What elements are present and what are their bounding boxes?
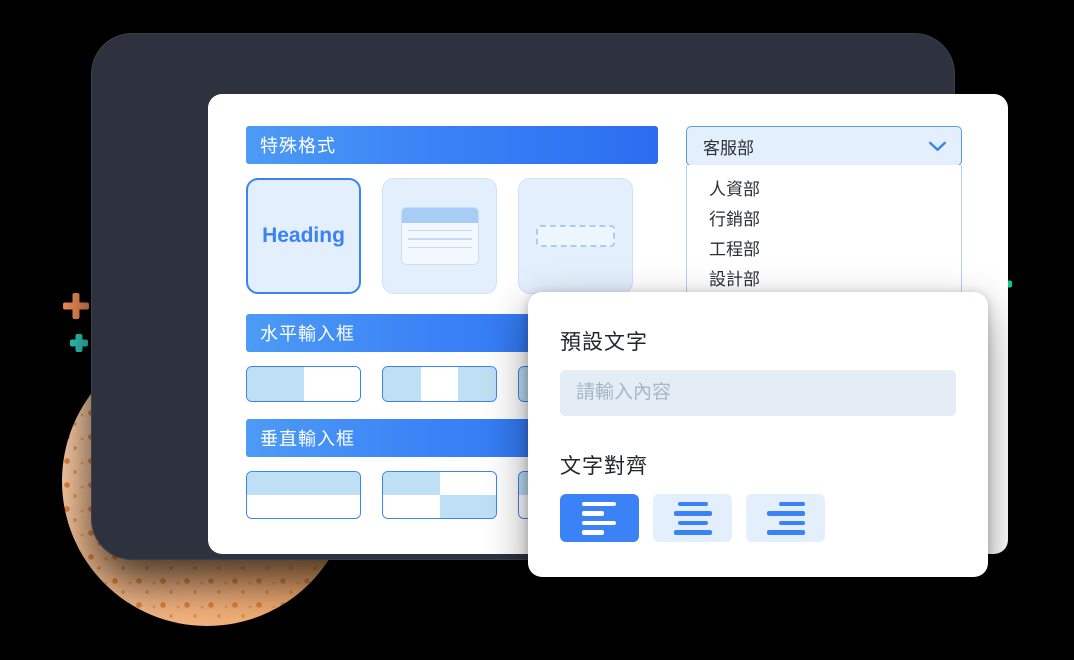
dashed-card[interactable] bbox=[518, 178, 633, 294]
settings-dialog: 預設文字 文字對齊 bbox=[528, 292, 988, 577]
teal-plus-left-icon bbox=[70, 334, 88, 352]
align-left-button[interactable] bbox=[560, 494, 639, 542]
dropdown-option[interactable]: 人資部 bbox=[687, 175, 961, 205]
table-card[interactable] bbox=[382, 178, 497, 294]
screenshot-stage: 特殊格式 Heading 水平輸入框 垂直輸入框 客服部 人資部 行銷部 工程部… bbox=[0, 0, 1074, 660]
section-title-vertical-input: 垂直輸入框 bbox=[260, 429, 355, 449]
h-split-3-swatch[interactable] bbox=[382, 366, 497, 402]
dropdown-option[interactable]: 設計部 bbox=[687, 265, 961, 295]
h-split-2-swatch[interactable] bbox=[246, 366, 361, 402]
alignment-label: 文字對齊 bbox=[560, 455, 648, 478]
dropdown-selected-value: 客服部 bbox=[703, 138, 754, 158]
default-text-input[interactable] bbox=[560, 370, 956, 416]
v-split-2-swatch[interactable] bbox=[246, 471, 361, 519]
dropdown-trigger[interactable]: 客服部 bbox=[686, 126, 962, 166]
heading-card[interactable]: Heading bbox=[246, 178, 361, 294]
chevron-down-icon bbox=[928, 141, 947, 151]
section-title-horizontal-input: 水平輸入框 bbox=[260, 324, 355, 344]
format-cards-row: Heading bbox=[246, 178, 633, 294]
table-block-icon bbox=[400, 207, 479, 265]
align-center-button[interactable] bbox=[653, 494, 732, 542]
dropdown-option[interactable]: 工程部 bbox=[687, 235, 961, 265]
orange-plus-icon bbox=[63, 293, 89, 319]
dashed-field-icon bbox=[536, 225, 615, 247]
dropdown-option[interactable]: 行銷部 bbox=[687, 205, 961, 235]
alignment-button-group bbox=[560, 494, 956, 542]
heading-card-label: Heading bbox=[262, 224, 345, 247]
section-title-special-format: 特殊格式 bbox=[260, 136, 336, 156]
section-header-special-format: 特殊格式 bbox=[246, 126, 658, 164]
align-right-button[interactable] bbox=[746, 494, 825, 542]
default-text-label: 預設文字 bbox=[560, 331, 648, 354]
v-split-4a-swatch[interactable] bbox=[382, 471, 497, 519]
